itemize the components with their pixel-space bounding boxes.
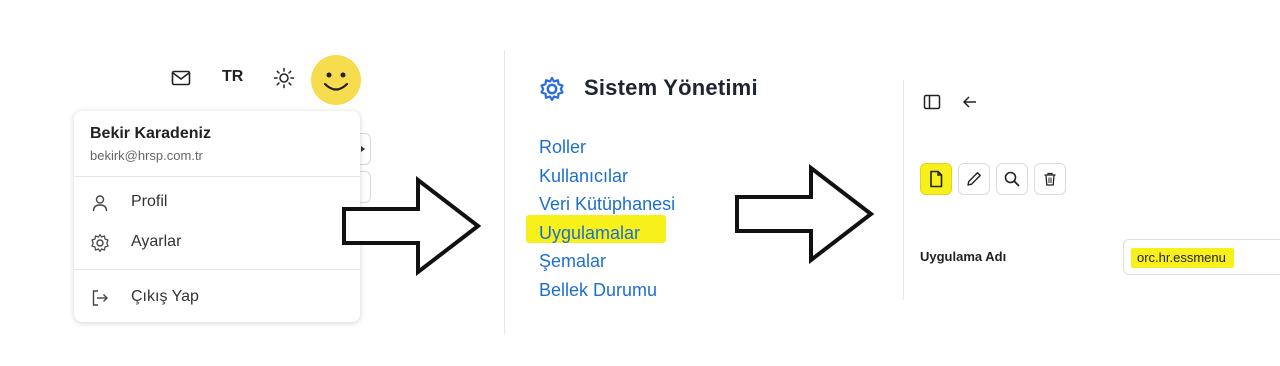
field-label-uygulama-adi: Uygulama Adı xyxy=(920,249,1007,264)
user-icon xyxy=(90,193,110,213)
panel-divider xyxy=(903,80,904,300)
new-document-icon xyxy=(930,170,943,188)
delete-trash-icon xyxy=(1044,172,1056,186)
user-email: bekirk@hrsp.com.tr xyxy=(90,148,203,163)
right-arrow-icon xyxy=(735,164,875,264)
menu-divider xyxy=(74,176,360,177)
smiley-avatar[interactable] xyxy=(311,55,361,105)
page-title: Sistem Yönetimi xyxy=(584,75,758,100)
nav-item-kullanicilar[interactable]: Kullanıcılar xyxy=(539,162,675,191)
right-arrow-icon xyxy=(342,176,482,276)
system-menu: Roller Kullanıcılar Veri Kütüphanesi Uyg… xyxy=(539,133,675,304)
user-name: Bekir Karadeniz xyxy=(90,125,211,142)
nav-item-bellek-durumu[interactable]: Bellek Durumu xyxy=(539,276,675,305)
nav-item-semalar[interactable]: Şemalar xyxy=(539,247,675,276)
delete-button[interactable] xyxy=(1034,163,1066,195)
mail-icon[interactable] xyxy=(170,68,192,88)
menu-item-label: Ayarlar xyxy=(131,233,182,250)
menu-item-logout[interactable]: Çıkış Yap xyxy=(74,283,360,313)
gear-icon xyxy=(90,233,110,253)
menu-item-profil[interactable]: Profil xyxy=(74,188,360,218)
nav-item-roller[interactable]: Roller xyxy=(539,133,675,162)
edit-pencil-icon xyxy=(967,172,981,186)
menu-item-ayarlar[interactable]: Ayarlar xyxy=(74,228,360,258)
menu-divider xyxy=(74,269,360,270)
sidebar-toggle-icon[interactable] xyxy=(923,94,941,110)
edit-button[interactable] xyxy=(958,163,990,195)
gear-icon xyxy=(540,76,564,102)
menu-item-label: Çıkış Yap xyxy=(131,288,199,305)
search-icon xyxy=(1004,171,1020,187)
language-switcher[interactable]: TR xyxy=(222,68,243,86)
application-name-input[interactable]: orc.hr.essmenu xyxy=(1137,250,1257,265)
new-document-button[interactable] xyxy=(920,163,952,195)
search-button[interactable] xyxy=(996,163,1028,195)
panel-divider xyxy=(504,50,505,335)
back-arrow-icon[interactable] xyxy=(962,94,978,110)
logout-icon xyxy=(90,288,110,308)
menu-item-label: Profil xyxy=(131,193,168,210)
user-menu: Bekir Karadeniz bekirk@hrsp.com.tr Profi… xyxy=(74,111,360,322)
nav-item-veri-kutuphanesi[interactable]: Veri Kütüphanesi xyxy=(539,190,675,219)
sun-icon[interactable] xyxy=(273,67,295,89)
nav-item-uygulamalar[interactable]: Uygulamalar xyxy=(539,219,675,248)
